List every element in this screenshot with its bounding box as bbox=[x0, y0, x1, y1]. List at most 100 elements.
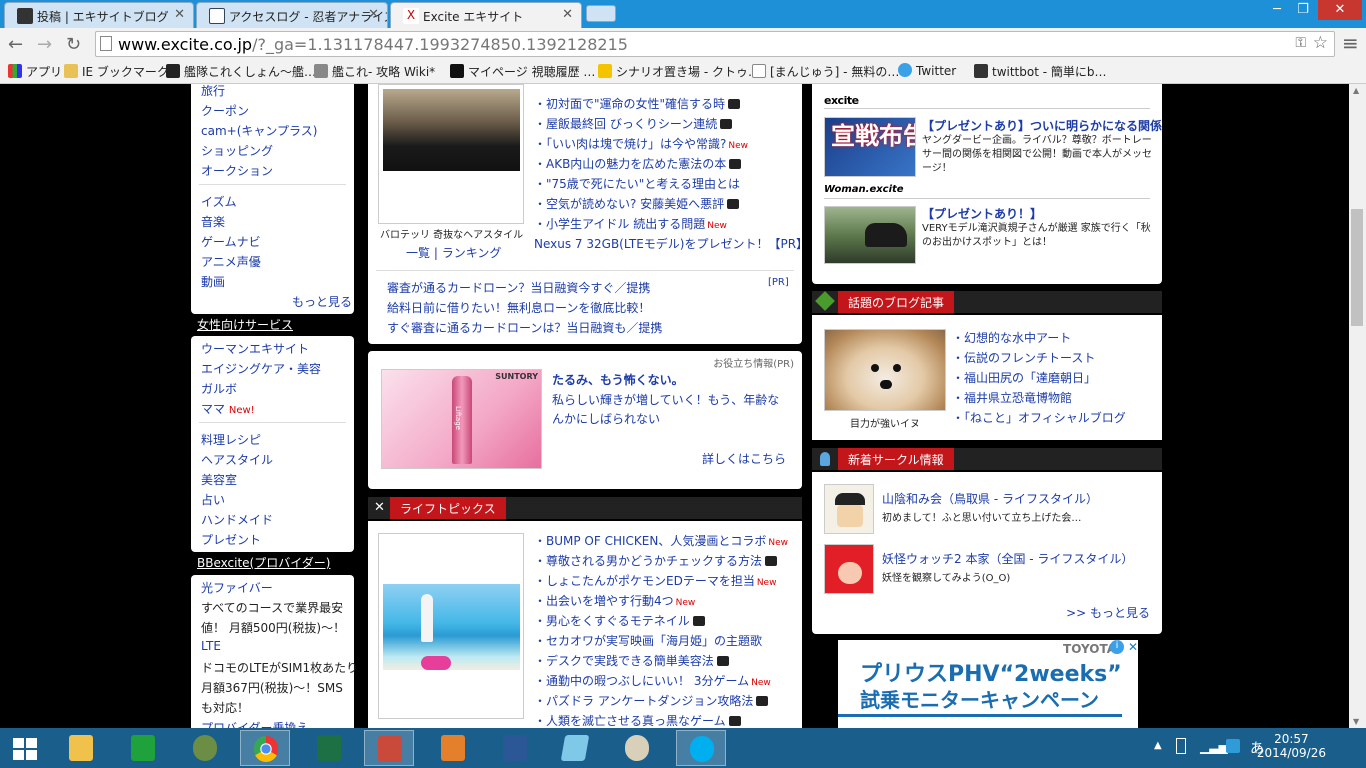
featured-1-title[interactable]: 【プレゼントあり】ついに明らかになる関係 bbox=[922, 117, 1162, 134]
ad-more-link[interactable]: 詳しくはこちら bbox=[702, 450, 786, 467]
news-headline[interactable]: ・空気が読めない? 安藤美姫へ悪評 bbox=[534, 195, 740, 212]
taskbar-explorer[interactable] bbox=[56, 730, 106, 766]
sidebar-item-coupon[interactable]: クーポン bbox=[201, 102, 249, 119]
bookmark-kancolle-wiki[interactable]: 艦これ- 攻略 Wiki* bbox=[314, 63, 435, 80]
lifetopic-headline[interactable]: ・尊敬される男かどうかチェックする方法 bbox=[534, 552, 778, 569]
sidebar-item-fiber[interactable]: 光ファイバー bbox=[201, 579, 273, 596]
taskbar-app-6[interactable] bbox=[364, 730, 414, 766]
network-icon[interactable] bbox=[1226, 739, 1240, 753]
sidebar-item-music[interactable]: 音楽 bbox=[201, 213, 225, 230]
sidebar-item-present[interactable]: プレゼント bbox=[201, 531, 261, 548]
sidebar-item-anime-voice[interactable]: アニメ声優 bbox=[201, 253, 261, 270]
beach-photo[interactable] bbox=[383, 584, 520, 670]
blog-article-link[interactable]: ・福山田尻の「達磨朝日」 bbox=[952, 369, 1096, 386]
bookmark-ie-folder[interactable]: IE ブックマーク bbox=[64, 63, 169, 80]
scroll-down-arrow-icon[interactable]: ▼ bbox=[1353, 717, 1359, 726]
balotelli-photo[interactable] bbox=[383, 89, 520, 171]
tab-close-icon[interactable]: ✕ bbox=[368, 7, 379, 22]
liftage-ad-image[interactable]: SUNTORY Liftage bbox=[381, 369, 542, 469]
blog-article-link[interactable]: ・幻想的な水中アート bbox=[952, 329, 1071, 346]
sidebar-item-travel[interactable]: 旅行 bbox=[201, 84, 225, 99]
sidebar-item-shopping[interactable]: ショッピング bbox=[201, 142, 273, 159]
news-headline[interactable]: ・"75歳で死にたい"と考える理由とは bbox=[534, 175, 740, 192]
lifetopic-headline[interactable]: ・出会いを増やす行動4つ New bbox=[534, 592, 695, 609]
adchoices-icon[interactable]: i bbox=[1110, 640, 1124, 654]
sidebar-item-game-navi[interactable]: ゲームナビ bbox=[201, 233, 261, 250]
lifetopic-headline[interactable]: ・男心をくすぐるモテネイル bbox=[534, 612, 705, 629]
sidebar-item-provider-switch[interactable]: プロバイダー乗換え bbox=[201, 719, 309, 728]
bookmark-scenario[interactable]: シナリオ置き場 - クトゥ… bbox=[598, 63, 760, 80]
news-headline[interactable]: ・小学生アイドル 続出する問題 New bbox=[534, 215, 727, 232]
blog-article-link[interactable]: ・伝説のフレンチトースト bbox=[952, 349, 1095, 366]
sidebar-item-handmade[interactable]: ハンドメイド bbox=[201, 511, 273, 528]
start-button[interactable] bbox=[0, 730, 50, 766]
taskbar-store[interactable] bbox=[118, 730, 168, 766]
lifetopic-headline[interactable]: ・BUMP OF CHICKEN、人気漫画とコラボ New bbox=[534, 532, 788, 549]
tab-excite-active[interactable]: X Excite エキサイト ✕ bbox=[390, 2, 582, 28]
battery-icon[interactable] bbox=[1176, 738, 1186, 754]
forward-button[interactable]: → bbox=[37, 34, 52, 55]
page-scrollbar[interactable]: ▲ ▼ bbox=[1349, 84, 1366, 728]
chrome-menu-icon[interactable]: ≡ bbox=[1342, 31, 1359, 55]
lifetopic-headline[interactable]: ・しょこたんがポケモンEDテーマを担当 New bbox=[534, 572, 776, 589]
tab-close-icon[interactable]: ✕ bbox=[174, 7, 185, 22]
sidebar-item-video[interactable]: 動画 bbox=[201, 273, 225, 290]
sidebar-item-lte[interactable]: LTE bbox=[201, 639, 221, 653]
bookmark-apps[interactable]: アプリ bbox=[8, 63, 62, 80]
circle-1-avatar[interactable] bbox=[824, 484, 874, 534]
ranking-link[interactable]: ランキング bbox=[442, 246, 502, 260]
taskbar-word[interactable] bbox=[490, 730, 540, 766]
list-link[interactable]: 一覧 bbox=[406, 246, 430, 260]
photo-caption[interactable]: バロテッリ 奇抜なヘアスタイル bbox=[380, 226, 523, 241]
lifetopic-headline[interactable]: ・パズドラ アンケートダンジョン攻略法 bbox=[534, 692, 769, 709]
news-headline[interactable]: ・屋飯最終回 びっくりシーン連続 bbox=[534, 115, 733, 132]
blog-article-link[interactable]: ・「ねこと」オフィシャルブログ bbox=[952, 409, 1126, 426]
tab-excite-blog[interactable]: 投稿 | エキサイトブログ ✕ bbox=[4, 2, 194, 28]
women-services-header[interactable]: 女性向けサービス bbox=[191, 316, 354, 334]
blog-article-link[interactable]: ・福井県立恐竜博物館 bbox=[952, 389, 1072, 406]
taskbar-clock[interactable]: 20:57 2014/09/26 bbox=[1257, 732, 1326, 760]
address-bar[interactable]: www.excite.co.jp/?_ga=1.131178447.199327… bbox=[95, 31, 1335, 57]
key-icon[interactable]: ⚿ bbox=[1295, 35, 1306, 51]
minimize-button[interactable]: ─ bbox=[1264, 0, 1290, 20]
reload-button[interactable]: ↻ bbox=[66, 34, 81, 55]
sidebar-item-woman-excite[interactable]: ウーマンエキサイト bbox=[201, 340, 309, 357]
circle-1-title[interactable]: 山陰和み会（鳥取県 - ライフスタイル） bbox=[882, 490, 1098, 507]
news-headline[interactable]: ・初対面で"運命の女性"確信する時 bbox=[534, 95, 741, 112]
scrollbar-thumb[interactable] bbox=[1351, 209, 1363, 326]
signal-icon[interactable]: ▁▃▅ bbox=[1200, 740, 1228, 754]
scroll-up-arrow-icon[interactable]: ▲ bbox=[1353, 86, 1359, 95]
circle-2-title[interactable]: 妖怪ウォッチ2 本家（全国 - ライフスタイル） bbox=[882, 550, 1133, 567]
tray-expand-icon[interactable]: ▲ bbox=[1154, 740, 1162, 751]
featured-2-title[interactable]: 【プレゼントあり！】 bbox=[922, 205, 1042, 222]
bookmark-kancolle[interactable]: 艦隊これくしょん～艦… bbox=[166, 63, 316, 80]
lifetopic-headline[interactable]: ・デスクで実践できる簡単美容法 bbox=[534, 652, 729, 669]
sidebar-item-recipe[interactable]: 料理レシピ bbox=[201, 431, 261, 448]
news-headline[interactable]: ・「いい肉は塊で焼け」は今や常識? New bbox=[534, 135, 748, 152]
pr-link-3[interactable]: すぐ審査に通るカードローンは？当日融資も／提携 bbox=[387, 319, 662, 336]
close-window-button[interactable]: ✕ bbox=[1318, 0, 1362, 20]
news-headline[interactable]: ・AKB内山の魅力を広めた憲法の本 bbox=[534, 155, 742, 172]
sidebar-item-salon[interactable]: 美容室 bbox=[201, 471, 237, 488]
tab-access-log[interactable]: アクセスログ - 忍者アナライズ ✕ bbox=[196, 2, 388, 28]
circle-more-link[interactable]: >> もっと見る bbox=[1066, 604, 1150, 621]
pr-link-2[interactable]: 給料日前に借りたい！無利息ローンを徹底比較！ bbox=[387, 299, 650, 316]
sidebar-item-ism[interactable]: イズム bbox=[201, 193, 237, 210]
dog-caption[interactable]: 目力が強いイヌ bbox=[850, 415, 920, 430]
ad-close-icon[interactable]: ✕ bbox=[1128, 640, 1138, 654]
lifetopic-headline[interactable]: ・通勤中の暇つぶしにいい！ 3分ゲーム New bbox=[534, 672, 771, 689]
sidebar-more-link[interactable]: もっと見る bbox=[292, 293, 352, 310]
back-button[interactable]: ← bbox=[8, 34, 23, 55]
sidebar-item-aging-care[interactable]: エイジングケア・美容 bbox=[201, 360, 321, 377]
sidebar-item-camplus[interactable]: cam+(キャンプラス) bbox=[201, 122, 317, 139]
ad-title[interactable]: たるみ、もう怖くない。 bbox=[552, 371, 684, 388]
restore-button[interactable]: ❐ bbox=[1290, 0, 1316, 20]
ad-body[interactable]: 私らしい輝きが増していく！もう、年齢なんかにしばられない bbox=[552, 391, 784, 429]
pr-link-1[interactable]: 審査が通るカードローン？当日融資今すぐ／提携 bbox=[387, 279, 650, 296]
dog-photo[interactable] bbox=[824, 329, 946, 411]
lifetopic-headline[interactable]: ・セカオワが実写映画「海月姫」の主題歌 bbox=[534, 632, 762, 649]
sidebar-item-auction[interactable]: オークション bbox=[201, 162, 273, 179]
circle-2-avatar[interactable] bbox=[824, 544, 874, 594]
taskbar-app-3[interactable] bbox=[180, 730, 230, 766]
bookmark-twittbot[interactable]: twittbot - 簡単にb… bbox=[974, 63, 1107, 80]
